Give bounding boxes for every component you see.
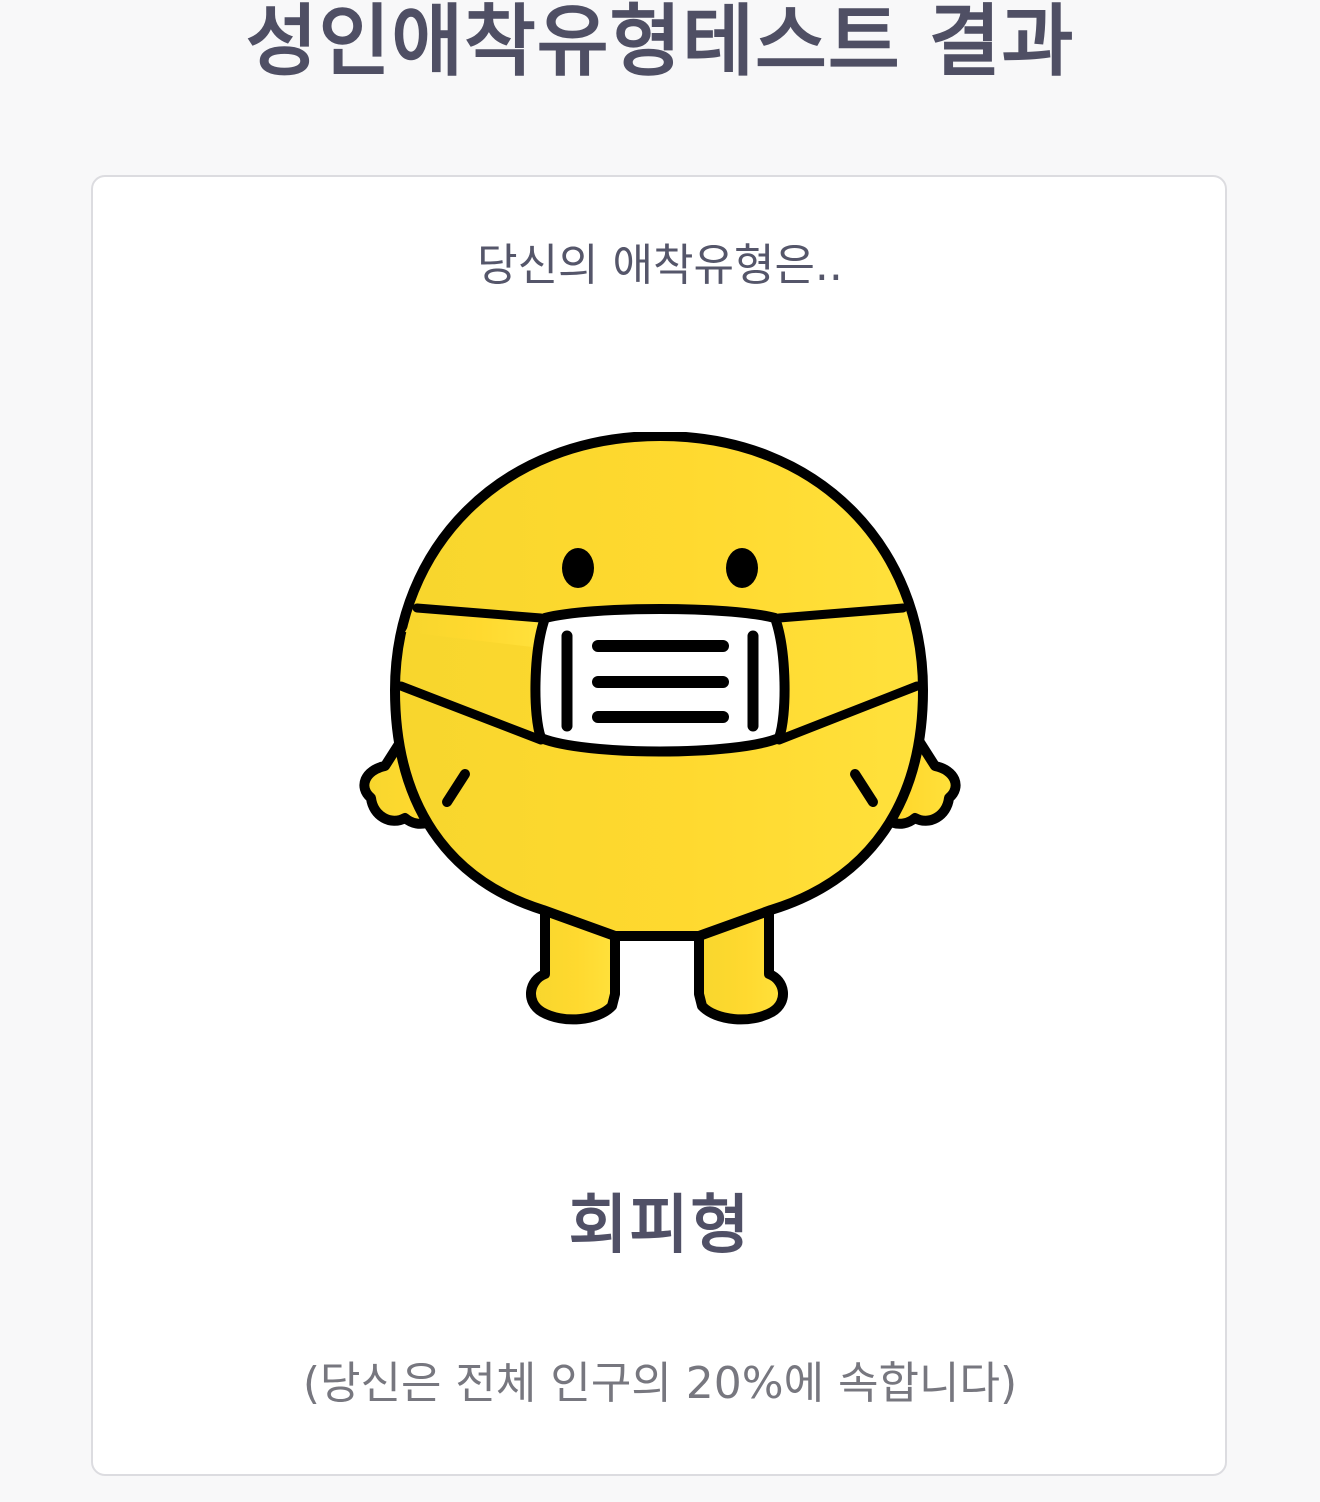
page-title: 성인애착유형테스트 결과 [245,0,1075,87]
character-illustration [355,431,965,1032]
right-eye [726,548,758,588]
left-eye [562,548,594,588]
attachment-type-label: 회피형 [568,1189,752,1263]
population-percentage-note: (당신은 전체 인구의 20%에 속합니다) [302,1358,1018,1409]
attachment-intro-text: 당신의 애착유형은.. [477,240,843,291]
masked-yellow-character-icon [359,431,961,1025]
